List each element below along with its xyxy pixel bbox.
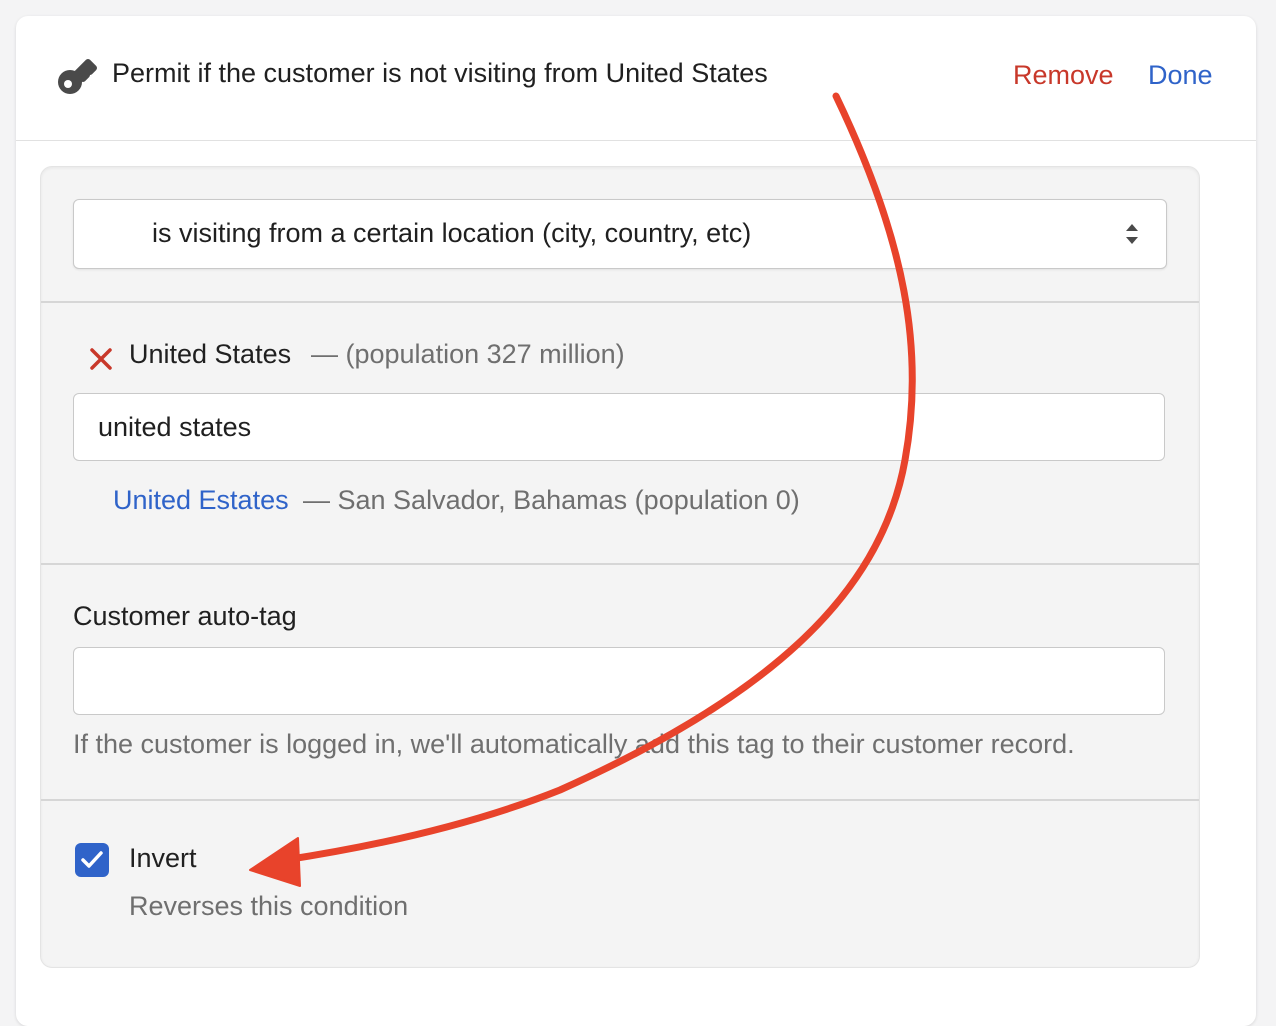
- section-divider: [41, 563, 1199, 565]
- key-icon: [58, 59, 97, 94]
- done-button[interactable]: Done: [1148, 60, 1213, 91]
- auto-tag-label: Customer auto-tag: [73, 601, 297, 631]
- location-search-input[interactable]: [73, 393, 1165, 461]
- checkmark-icon: [81, 851, 103, 868]
- condition-panel: is visiting from a certain location (cit…: [40, 166, 1200, 968]
- auto-tag-input[interactable]: [73, 647, 1165, 715]
- location-suggestion-link[interactable]: United Estates: [113, 485, 289, 516]
- invert-checkbox[interactable]: [75, 843, 109, 877]
- selected-location-name: United States: [129, 339, 292, 369]
- selected-location-meta: — (population 327 million): [311, 339, 625, 369]
- section-divider: [41, 301, 1199, 303]
- condition-type-select[interactable]: is visiting from a certain location (cit…: [73, 199, 1167, 269]
- location-suggestion-meta: — San Salvador, Bahamas (population 0): [303, 485, 800, 515]
- invert-description: Reverses this condition: [129, 891, 409, 921]
- condition-header: Permit if the customer is not visiting f…: [16, 16, 1256, 141]
- condition-title: Permit if the customer is not visiting f…: [112, 58, 768, 88]
- auto-tag-help: If the customer is logged in, we'll auto…: [73, 729, 1075, 759]
- invert-label: Invert: [129, 843, 197, 873]
- condition-type-value: is visiting from a certain location (cit…: [152, 218, 752, 248]
- close-icon[interactable]: [89, 347, 113, 371]
- select-arrows-icon: [1126, 224, 1138, 244]
- section-divider: [41, 799, 1199, 801]
- remove-button[interactable]: Remove: [1013, 60, 1114, 91]
